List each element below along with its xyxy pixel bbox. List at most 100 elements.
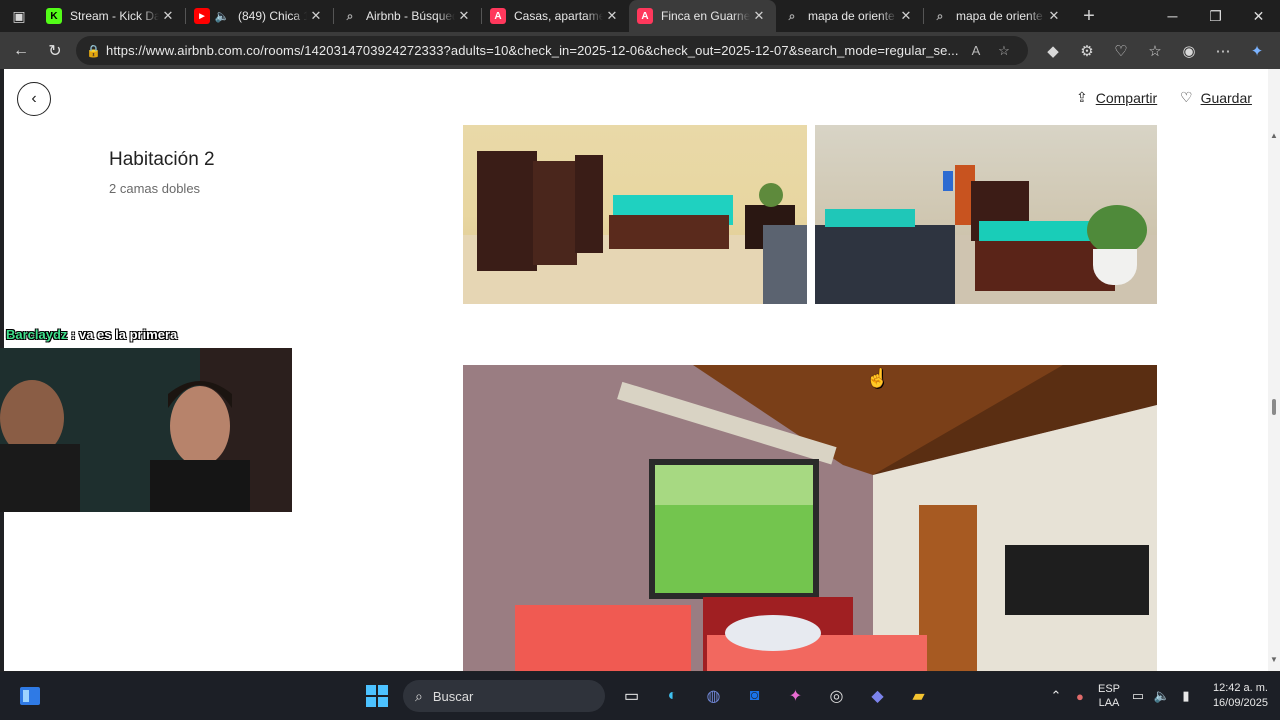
read-aloud-icon[interactable]: A <box>962 43 990 58</box>
airbnb-icon: A <box>637 8 653 24</box>
webcam-overlay <box>0 348 292 512</box>
tab-casas[interactable]: A Casas, apartamentos ✕ <box>482 0 629 32</box>
search-icon: ⌕ <box>936 8 944 23</box>
bedroom-photo-3-illustration <box>463 365 1157 671</box>
task-view-icon[interactable]: ▭ <box>611 678 652 714</box>
volume-icon[interactable]: 🔈 <box>1150 688 1174 704</box>
scroll-down-icon[interactable]: ▼ <box>1270 655 1278 664</box>
tab-title: (849) Chica 1 <box>238 9 307 23</box>
close-icon[interactable]: ✕ <box>603 8 621 24</box>
tab-mapa-1[interactable]: ⌕ mapa de oriente antioqueño ✕ <box>776 0 923 32</box>
close-icon[interactable]: ✕ <box>1045 8 1063 24</box>
battery-icon[interactable]: ▮ <box>1174 688 1198 704</box>
chat-text: : va es la primera <box>67 327 178 342</box>
tab-title: Airbnb - Búsqueda <box>366 9 455 23</box>
lock-icon[interactable]: 🔒 <box>86 44 106 58</box>
back-arrow-icon[interactable]: ← <box>4 36 38 66</box>
toolbar-extensions: ◆ ⚙ ♡ ☆ ◉ ⋯ ✦ <box>1036 36 1274 65</box>
close-window-icon[interactable]: ✕ <box>1237 0 1280 32</box>
tab-actions-icon[interactable]: ▣ <box>0 0 38 32</box>
share-label: Compartir <box>1095 89 1158 106</box>
tab-title: Finca en Guarne <box>661 9 750 23</box>
star-icon[interactable]: ☆ <box>990 43 1018 59</box>
scrollbar-thumb[interactable] <box>1272 399 1276 415</box>
share-button[interactable]: ⇪ Compartir <box>1076 89 1157 106</box>
heart-icon: ♡ <box>1180 89 1193 105</box>
copilot-icon[interactable]: ✦ <box>1240 42 1274 60</box>
close-icon[interactable]: ✕ <box>750 8 768 24</box>
refresh-icon[interactable]: ↻ <box>38 36 72 66</box>
close-icon[interactable]: ✕ <box>897 8 915 24</box>
room-title: Habitación 2 <box>109 149 215 170</box>
url-text[interactable]: https://www.airbnb.com.co/rooms/14203147… <box>106 43 962 58</box>
browser-toolbar: ← ↻ 🔒 https://www.airbnb.com.co/rooms/14… <box>0 32 1280 69</box>
system-tray: ⌃ ● ESP LAA ▭ 🔈 ▮ 12:42 a. m. 16/09/2025 <box>1044 678 1268 714</box>
page-scrollbar[interactable]: ▲ ▼ <box>1268 69 1280 671</box>
bedroom-photo-2[interactable] <box>815 125 1157 304</box>
kick-icon: K <box>46 8 62 24</box>
more-menu-icon[interactable]: ⋯ <box>1206 42 1240 60</box>
hand-cursor-icon: ☝ <box>866 368 889 388</box>
microphone-icon[interactable]: ● <box>1068 689 1092 704</box>
chat-username: Barclaydz <box>6 327 68 342</box>
search-icon: ⌕ <box>788 8 796 23</box>
tab-title: Casas, apartamentos <box>514 9 603 23</box>
share-icon: ⇪ <box>1076 89 1088 105</box>
clock-date: 16/09/2025 <box>1212 697 1268 709</box>
clock-time: 12:42 a. m. <box>1212 682 1268 694</box>
speaker-icon[interactable]: 🔈 <box>214 8 230 24</box>
favorites-icon[interactable]: ☆ <box>1138 42 1172 60</box>
address-bar[interactable]: 🔒 https://www.airbnb.com.co/rooms/142031… <box>76 36 1028 65</box>
start-menu-icon[interactable] <box>356 678 397 714</box>
webcam-illustration <box>0 348 292 512</box>
file-explorer-icon[interactable]: ▰ <box>898 678 939 714</box>
bedroom-photo-3[interactable] <box>463 365 1157 671</box>
close-icon[interactable]: ✕ <box>159 8 177 24</box>
tab-kick[interactable]: K Stream - Kick Dashboard ✕ <box>38 0 185 32</box>
chrome-icon[interactable]: ◎ <box>816 678 857 714</box>
new-tab-icon[interactable]: + <box>1071 5 1107 28</box>
restore-icon[interactable]: ❐ <box>1194 0 1237 32</box>
tab-youtube[interactable]: ▶ 🔈 (849) Chica 1 ✕ <box>186 0 333 32</box>
discord-icon[interactable]: ◍ <box>693 678 734 714</box>
search-icon: ⌕ <box>415 687 423 704</box>
tab-title: mapa de oriente antioqueño <box>808 9 897 23</box>
language-indicator[interactable]: ESP LAA <box>1098 682 1120 710</box>
outlook-icon[interactable]: ◙ <box>734 678 775 714</box>
widgets-icon[interactable] <box>18 684 42 708</box>
browser-tab-strip: ▣ K Stream - Kick Dashboard ✕ ▶ 🔈 (849) … <box>0 0 1280 32</box>
minimize-icon[interactable]: ─ <box>1151 0 1194 32</box>
copilot-app-icon[interactable]: ✦ <box>775 678 816 714</box>
search-icon: ⌕ <box>346 8 354 23</box>
chevron-up-icon[interactable]: ⌃ <box>1044 688 1068 704</box>
back-button[interactable]: ‹ <box>17 82 51 116</box>
profile-avatar-icon[interactable]: ◉ <box>1172 42 1206 60</box>
tab-airbnb-search[interactable]: ⌕ Airbnb - Búsqueda ✕ <box>334 0 481 32</box>
close-icon[interactable]: ✕ <box>307 8 325 24</box>
tab-finca-active[interactable]: A Finca en Guarne ✕ <box>629 0 776 32</box>
extensions-puzzle-icon[interactable]: ⚙ <box>1070 42 1104 60</box>
close-icon[interactable]: ✕ <box>455 8 473 24</box>
save-label: Guardar <box>1200 89 1252 106</box>
edge-icon[interactable]: ◐ <box>652 678 693 714</box>
clock[interactable]: 12:42 a. m. 16/09/2025 <box>1208 681 1268 711</box>
stream-chat-message: Barclaydz : va es la primera <box>6 327 177 342</box>
bedroom-photo-1[interactable] <box>463 125 807 304</box>
scroll-up-icon[interactable]: ▲ <box>1270 131 1278 140</box>
chevron-left-icon: ‹ <box>31 90 37 107</box>
browser-essentials-icon[interactable]: ♡ <box>1104 42 1138 60</box>
taskbar-search-placeholder: Buscar <box>432 688 474 704</box>
window-controls: ─ ❐ ✕ <box>1151 0 1280 32</box>
teams-icon[interactable]: ◆ <box>857 678 898 714</box>
room-subtitle: 2 camas dobles <box>109 181 201 196</box>
save-button[interactable]: ♡ Guardar <box>1180 89 1252 106</box>
network-icon[interactable]: ▭ <box>1126 688 1150 704</box>
tab-mapa-2[interactable]: ⌕ mapa de oriente antioqueño ✕ <box>924 0 1071 32</box>
extension-diamond-icon[interactable]: ◆ <box>1036 42 1070 60</box>
youtube-icon: ▶ <box>194 8 210 24</box>
taskbar-search[interactable]: ⌕ Buscar <box>403 680 605 712</box>
airbnb-icon: A <box>490 8 506 24</box>
lang-line-1: ESP <box>1097 683 1120 695</box>
windows-taskbar: ⌕ Buscar ▭ ◐ ◍ ◙ ✦ ◎ ◆ ▰ ⌃ ● ESP LAA ▭ 🔈… <box>0 672 1280 720</box>
tab-title: mapa de oriente antioqueño <box>956 9 1045 23</box>
